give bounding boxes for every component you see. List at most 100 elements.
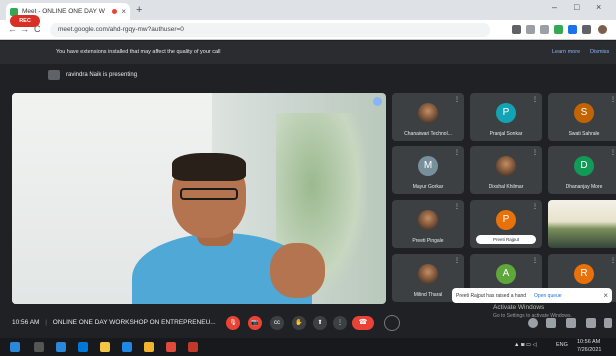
participant-tile[interactable]: M ⋮ Mayur Gorkar [392,146,464,194]
camera-indicator-icon[interactable] [512,25,521,34]
toast-close-button[interactable]: × [603,291,608,300]
raised-hand-pill: Preeti Rajput [476,235,536,244]
maximize-button[interactable]: □ [574,2,579,12]
participant-avatar: M [418,156,438,176]
dismiss-link[interactable]: Dismiss [590,49,609,55]
camera-toggle-button[interactable]: 📷 [248,316,262,330]
windows-start-icon[interactable] [10,342,20,352]
recording-dot-icon [112,9,118,14]
tile-options-icon[interactable]: ⋮ [532,203,538,210]
tile-options-icon[interactable]: ⋮ [454,96,460,103]
present-now-button[interactable]: ⬆ [313,316,327,330]
participant-tile[interactable]: P ⋮ Preeti Rajput [470,200,542,248]
activate-windows-text: Activate Windows [493,304,545,311]
clock-date[interactable]: 7/26/2021 [577,347,601,353]
raised-hand-toast: Preeti Rajput has raised a hand Open que… [452,288,612,303]
language-indicator[interactable]: ENG [556,342,568,348]
new-tab-button[interactable]: + [136,4,142,16]
extension-icon[interactable] [568,25,577,34]
participant-name: Dixshal Khilmar [488,184,524,190]
store-icon[interactable] [144,342,154,352]
url-field[interactable]: meet.google.com/ahd-rgqy-mw?authuser=0 [50,23,490,37]
host-controls-icon[interactable] [604,318,612,328]
tile-options-icon[interactable]: ⋮ [610,149,616,156]
pin-icon[interactable] [373,97,382,106]
main-speaker-video[interactable] [12,93,386,304]
task-view-icon[interactable] [56,342,66,352]
present-screen-icon [48,70,60,80]
participant-name: Preeti Pingale [412,238,444,244]
participant-photo [418,264,438,284]
participant-tile[interactable]: D ⋮ Dhananjay More [548,146,616,194]
tab-title: Meet - ONLINE ONE DAY W [22,8,105,15]
participant-tile[interactable]: ⋮ Preeti Pingale [392,200,464,248]
raise-hand-button[interactable]: ✋ [292,316,306,330]
zoom-icon[interactable] [526,25,535,34]
meeting-time: 10:56 AM [12,319,40,326]
participant-tile[interactable]: ⋮ Chanaiwari Technol... [392,93,464,141]
mic-toggle-button[interactable]: 🎙 [226,316,240,330]
participant-avatar: P [496,103,516,123]
participant-photo [418,103,438,123]
clock-time[interactable]: 10:56 AM [577,339,600,345]
presenting-text: ravindra Naik is presenting [66,72,138,78]
tile-options-icon[interactable]: ⋮ [532,257,538,264]
participant-tile[interactable]: ⋮ Dixshal Khilmar [470,146,542,194]
tab-close-button[interactable]: × [121,7,126,16]
effects-ring-icon[interactable] [384,315,400,331]
tile-options-icon[interactable]: ⋮ [532,149,538,156]
chat-icon[interactable] [566,318,576,328]
participant-photo [418,210,438,230]
search-icon[interactable] [34,342,44,352]
close-window-button[interactable]: × [596,2,601,12]
end-call-button[interactable]: ☎ [352,316,374,330]
presenting-indicator: ravindra Naik is presenting [48,66,137,84]
minimize-button[interactable]: – [552,2,557,12]
tile-options-icon[interactable]: ⋮ [610,257,616,264]
toast-text: Preeti Rajput has raised a hand [456,292,527,299]
participant-tile[interactable] [548,200,616,248]
recording-badge: REC [10,15,40,27]
chrome-icon[interactable] [166,342,176,352]
profile-avatar[interactable] [598,25,607,34]
app-icon[interactable] [188,342,198,352]
speaker-hand [270,243,325,298]
participant-name: Dhananjay More [565,184,603,190]
activities-icon[interactable] [586,318,596,328]
more-options-button[interactable]: ⋮ [333,316,347,330]
open-queue-link[interactable]: Open queue [534,293,562,299]
screen: Meet - ONLINE ONE DAY W × + – □ × ← → C … [0,0,616,356]
meeting-controls-bar: 10:56 AM | ONLINE ONE DAY WORKSHOP ON EN… [0,307,616,337]
tile-options-icon[interactable]: ⋮ [454,203,460,210]
activate-windows-subtext: Go to Settings to activate Windows. [493,313,572,319]
address-bar: ← → C meet.google.com/ahd-rgqy-mw?authus… [0,20,616,40]
tile-options-icon[interactable]: ⋮ [454,257,460,264]
mail-icon[interactable] [122,342,132,352]
participant-name: Chanaiwari Technol... [404,131,452,137]
extension-warning-text: You have extensions installed that may a… [56,49,221,55]
speaker-glasses [180,188,238,200]
tile-options-icon[interactable]: ⋮ [610,96,616,103]
participant-avatar: S [574,103,594,123]
info-icon[interactable] [528,318,538,328]
edge-browser-icon[interactable] [78,342,88,352]
learn-more-link[interactable]: Learn more [552,49,580,55]
participant-tile[interactable]: S ⋮ Swati Sahrale [548,93,616,141]
system-tray-icons[interactable]: ▲ ◙ ▭ ◁ [514,342,537,348]
tile-options-icon[interactable]: ⋮ [532,96,538,103]
file-explorer-icon[interactable] [100,342,110,352]
participant-avatar: R [574,264,594,284]
extension-check-icon[interactable] [554,25,563,34]
puzzle-extensions-icon[interactable] [582,25,591,34]
participant-tile[interactable]: P ⋮ Pranjal Sonkar [470,93,542,141]
participant-name: Pranjal Sonkar [489,131,523,137]
participant-avatar: A [496,264,516,284]
bookmark-star-icon[interactable] [540,25,549,34]
meeting-info: 10:56 AM | ONLINE ONE DAY WORKSHOP ON EN… [12,319,216,326]
people-icon[interactable] [546,318,556,328]
participant-avatar: D [574,156,594,176]
tile-options-icon[interactable]: ⋮ [454,149,460,156]
captions-button[interactable]: cc [270,316,284,330]
participant-name: Mayur Gorkar [412,184,444,190]
participant-photo [496,156,516,176]
